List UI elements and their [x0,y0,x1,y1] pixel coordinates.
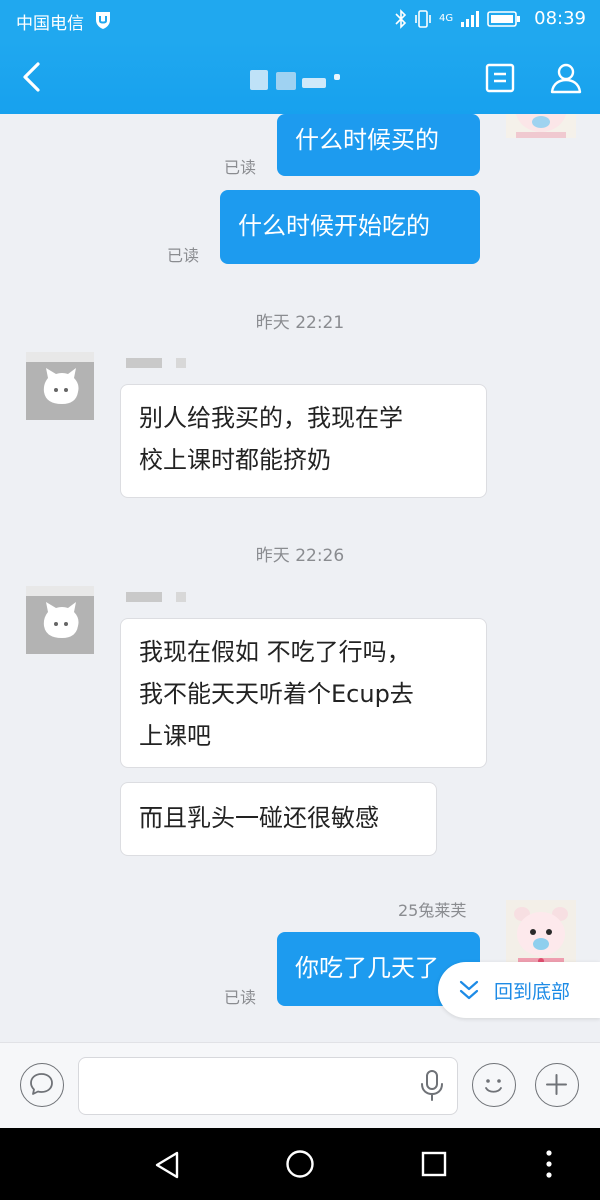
chat-settings-icon[interactable] [484,62,516,94]
chat-header [0,40,600,114]
pig-avatar-icon [506,114,576,138]
sender-name-blur [176,592,186,602]
default-avatar-icon [26,352,94,420]
message-text-line: 我不能天天听着个Ecup去 [139,680,414,708]
status-indicators: 4G 08:39 [395,8,586,29]
contact-avatar[interactable] [26,352,94,420]
message-list[interactable]: 什么时候买的 已读 什么时候开始吃的 已读 昨天 22:21 别人给我买的，我现… [0,114,600,1042]
vibrate-icon [415,9,431,28]
timestamp: 昨天 22:21 [255,313,345,333]
chat-bubble-button[interactable] [20,1063,64,1107]
status-bar: 中国电信 4G 08:39 [0,0,600,40]
pig-avatar-icon [506,900,576,970]
microphone-icon[interactable] [418,1069,446,1103]
message-text-line: 校上课时都能挤奶 [139,446,331,474]
input-bar [0,1042,600,1129]
read-receipt: 已读 [167,246,200,265]
sender-name-blur [126,358,162,368]
message-text: 什么时候买的 [295,126,439,154]
name-blur [250,70,268,90]
smiley-icon [485,1079,502,1093]
contact-name [250,68,360,90]
plus-icon [546,1074,567,1095]
speech-bubble-icon [30,1073,53,1095]
carrier-shield-icon [96,12,110,29]
clock: 08:39 [534,8,586,29]
sender-name: 25兔莱芙 [398,901,467,920]
nav-recents-icon[interactable] [420,1150,448,1178]
network-type: 4G [439,13,454,24]
my-avatar[interactable] [506,900,576,970]
message-text-line: 别人给我买的，我现在学 [139,404,403,432]
read-receipt: 已读 [224,988,257,1007]
carrier-label: 中国电信 [16,14,84,34]
system-nav-bar [0,1128,600,1200]
sender-name-blur [176,358,186,368]
outgoing-message[interactable]: 什么时候开始吃的 [220,190,480,264]
emoji-button[interactable] [472,1063,516,1107]
bluetooth-icon [395,8,407,29]
message-text-line: 上课吧 [139,722,211,750]
nav-home-icon[interactable] [284,1148,316,1180]
default-avatar-icon [26,586,94,654]
incoming-message[interactable]: 我现在假如 不吃了行吗， 我不能天天听着个Ecup去 上课吧 [120,618,487,768]
name-blur [334,74,340,80]
more-options-button[interactable] [535,1063,579,1107]
nav-back-icon[interactable] [153,1150,181,1180]
signal-icon [461,10,480,27]
back-to-bottom-button[interactable]: 回到底部 [438,962,600,1018]
sender-name-blur [126,592,162,602]
contact-avatar[interactable] [26,586,94,654]
message-text: 你吃了几天了 [295,954,439,982]
incoming-message[interactable]: 而且乳头一碰还很敏感 [120,782,437,856]
outgoing-message[interactable]: 什么时候买的 [277,114,480,176]
nav-menu-icon[interactable] [544,1148,554,1180]
message-input[interactable] [78,1057,458,1115]
incoming-message[interactable]: 别人给我买的，我现在学 校上课时都能挤奶 [120,384,487,498]
name-blur [276,72,296,90]
name-blur [302,78,326,88]
my-avatar[interactable] [506,114,576,138]
back-to-bottom-label: 回到底部 [494,980,571,1003]
profile-icon[interactable] [548,60,584,96]
message-text-line: 我现在假如 不吃了行吗， [139,638,411,666]
battery-icon [487,10,521,27]
back-icon[interactable] [18,60,48,94]
timestamp: 昨天 22:26 [255,546,345,566]
double-chevron-down-icon [459,980,479,1000]
read-receipt: 已读 [224,158,257,177]
message-text: 什么时候开始吃的 [238,212,430,240]
message-text: 而且乳头一碰还很敏感 [139,804,379,832]
